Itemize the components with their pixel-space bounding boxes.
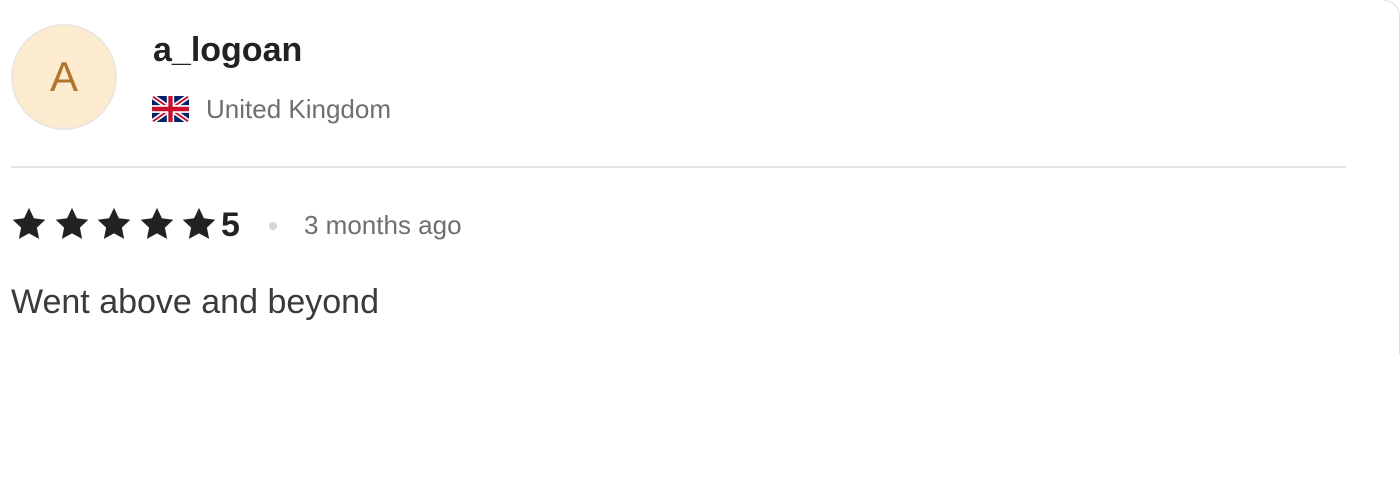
review-card: A a_logoan United Kingdom 5 3 months ago… [0,0,1400,500]
avatar-initial: A [49,53,78,100]
star-icon [97,207,131,239]
review-date: 3 months ago [304,210,462,240]
uk-flag-icon [152,96,189,122]
card-border [1384,0,1400,355]
star-icon [182,207,216,239]
star-icon [140,207,173,239]
reviewer-country: United Kingdom [206,94,391,124]
avatar: A [11,24,117,130]
reviewer-name: a_logoan [153,31,303,69]
star-icon [55,207,88,239]
review-text: Went above and beyond [11,283,379,321]
rating-value: 5 [221,206,240,244]
divider [11,166,1346,168]
star-rating [10,205,223,243]
star-icon [12,207,46,239]
separator-dot [269,222,277,230]
